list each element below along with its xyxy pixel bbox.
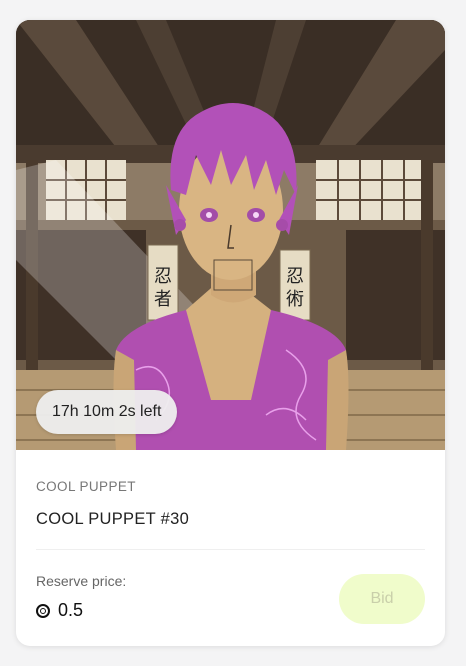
collection-name[interactable]: COOL PUPPET [36,479,136,494]
nft-card[interactable]: 忍 者 忍 術 17h 10m 2s left COOL PUPPET COOL… [16,20,445,646]
reserve-price: 0.5 [36,600,83,621]
tezos-icon [36,603,50,618]
reserve-price-label: Reserve price: [36,573,127,589]
svg-text:忍: 忍 [154,266,172,287]
nft-artwork[interactable]: 忍 者 忍 術 17h 10m 2s left [16,20,445,450]
bid-button[interactable]: Bid [339,574,425,624]
nft-title[interactable]: COOL PUPPET #30 [36,510,189,529]
svg-text:忍: 忍 [286,266,304,287]
reserve-price-value: 0.5 [58,600,84,620]
svg-text:者: 者 [154,289,172,310]
auction-timer-badge: 17h 10m 2s left [36,390,178,434]
svg-text:術: 術 [286,289,304,310]
divider [36,549,425,550]
